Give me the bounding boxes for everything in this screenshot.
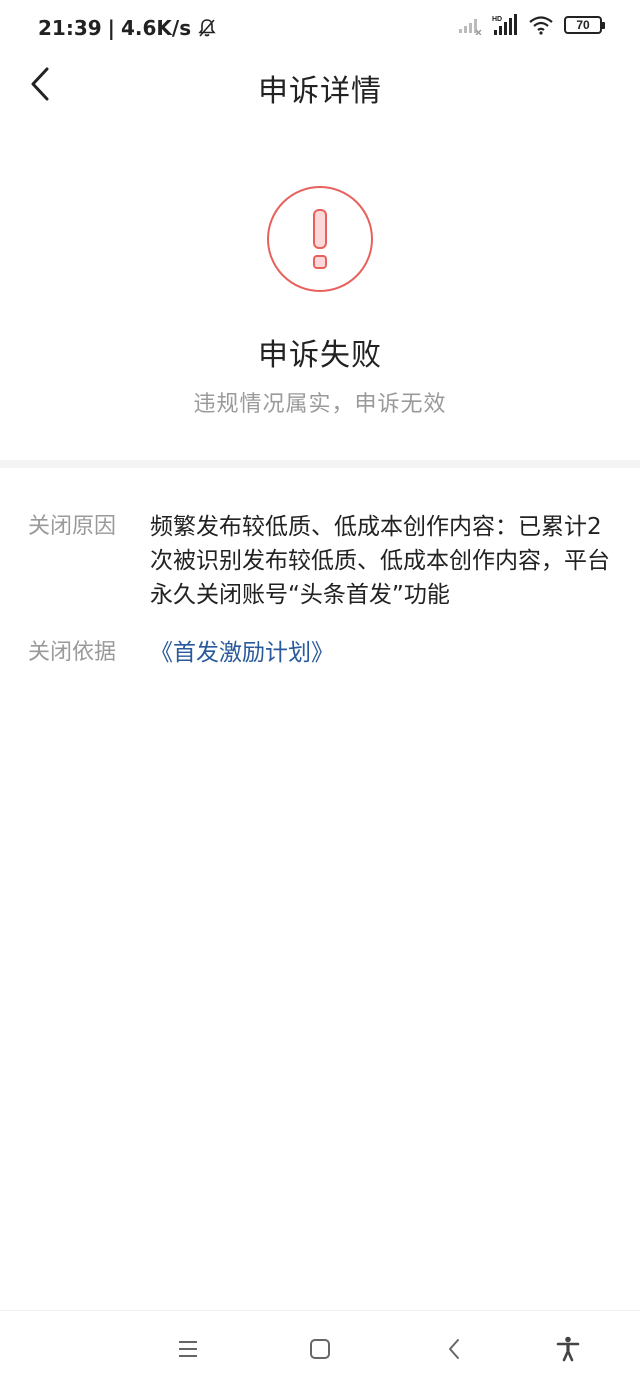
section-divider [0, 460, 640, 468]
status-separator: | [107, 16, 115, 40]
hd-signal-icon: HD [492, 14, 518, 36]
status-right: HD 70 [458, 14, 605, 36]
result-section: 申诉失败 违规情况属实，申诉无效 [0, 186, 640, 418]
page-title: 申诉详情 [258, 74, 382, 109]
status-bar: 21:39 | 4.6K/s HD 70 [0, 0, 640, 58]
status-left: 21:39 | 4.6K/s [38, 16, 217, 40]
back-icon [446, 1338, 462, 1360]
result-title: 申诉失败 [258, 338, 382, 373]
status-time: 21:39 [38, 16, 102, 40]
network-speed: 4.6K/s [120, 16, 192, 40]
nav-bar: 申诉详情 [0, 58, 640, 110]
menu-button[interactable] [170, 1331, 206, 1367]
accessibility-button[interactable] [550, 1331, 586, 1367]
reason-label: 关闭原因 [28, 514, 117, 539]
menu-icon [177, 1339, 199, 1359]
reason-row: 关闭原因 频繁发布较低质、低成本创作内容：已累计2次被识别发布较低质、低成本创作… [28, 510, 618, 612]
wifi-icon [528, 15, 554, 35]
details-section: 关闭原因 频繁发布较低质、低成本创作内容：已累计2次被识别发布较低质、低成本创作… [28, 510, 618, 694]
home-button[interactable] [302, 1331, 338, 1367]
bell-off-icon [197, 18, 217, 38]
system-nav-bar [0, 1310, 640, 1388]
basis-label: 关闭依据 [28, 640, 117, 665]
reason-text: 频繁发布较低质、低成本创作内容：已累计2次被识别发布较低质、低成本创作内容，平台… [150, 514, 610, 608]
battery-level: 70 [576, 18, 590, 32]
accessibility-icon [556, 1336, 580, 1362]
result-subtitle: 违规情况属实，申诉无效 [193, 392, 447, 417]
home-icon [309, 1338, 331, 1360]
svg-text:HD: HD [492, 16, 502, 23]
battery-icon: 70 [564, 16, 605, 34]
basis-row: 关闭依据 《首发激励计划》 [28, 636, 618, 670]
exclamation-icon [267, 186, 373, 292]
system-back-button[interactable] [436, 1331, 472, 1367]
signal-icon [458, 15, 482, 35]
basis-link[interactable]: 《首发激励计划》 [150, 636, 618, 670]
